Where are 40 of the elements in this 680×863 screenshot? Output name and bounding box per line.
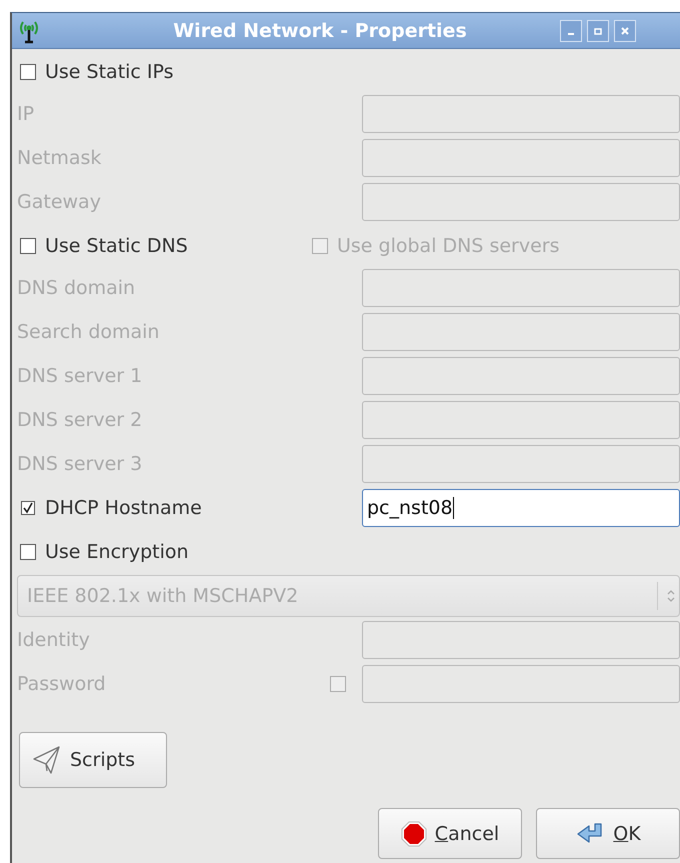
field-label: Identity	[17, 629, 90, 651]
checkbox-label: DHCP Hostname	[45, 497, 202, 519]
checkbox[interactable]	[20, 238, 36, 254]
input-field[interactable]	[362, 139, 680, 177]
minimize-button[interactable]	[560, 20, 582, 42]
ok-button[interactable]: OK	[536, 808, 680, 859]
window-title: Wired Network - Properties	[172, 20, 468, 42]
field-label: Netmask	[17, 147, 102, 169]
checkbox-label: Use Static IPs	[45, 61, 174, 83]
input-field[interactable]	[362, 269, 680, 307]
field-label: Gateway	[17, 191, 101, 213]
input-field[interactable]	[362, 357, 680, 395]
cancel-button[interactable]: Cancel	[378, 808, 522, 859]
checkbox-label: Use Static DNS	[45, 235, 188, 257]
input-field[interactable]	[362, 401, 680, 439]
field-label: IP	[17, 103, 34, 125]
input-field[interactable]	[362, 445, 680, 483]
paper-plane-icon	[32, 745, 62, 775]
checkbox[interactable]	[20, 64, 36, 80]
input-field[interactable]	[362, 183, 680, 221]
input-field[interactable]	[362, 95, 680, 133]
field-label: DNS server 3	[17, 453, 142, 475]
field-label: Password	[17, 673, 106, 695]
checkbox-label: Use Encryption	[45, 541, 189, 563]
checkbox[interactable]	[20, 544, 36, 560]
close-button[interactable]	[614, 20, 636, 42]
input-field[interactable]	[362, 665, 680, 703]
checkbox-label: Use global DNS servers	[337, 235, 560, 257]
field-label: Search domain	[17, 321, 160, 343]
checkbox[interactable]	[20, 500, 36, 516]
field-label: DNS server 2	[17, 409, 142, 431]
stop-icon	[400, 820, 427, 846]
input-field[interactable]	[362, 621, 680, 659]
updown-icon	[666, 588, 676, 604]
input-field[interactable]	[362, 313, 680, 351]
field-label: DNS server 1	[17, 365, 142, 387]
hostname-field[interactable]: pc_nst08	[362, 489, 680, 527]
scripts-button[interactable]: Scripts	[19, 732, 167, 788]
maximize-button[interactable]	[587, 20, 609, 42]
field-label: DNS domain	[17, 277, 136, 299]
